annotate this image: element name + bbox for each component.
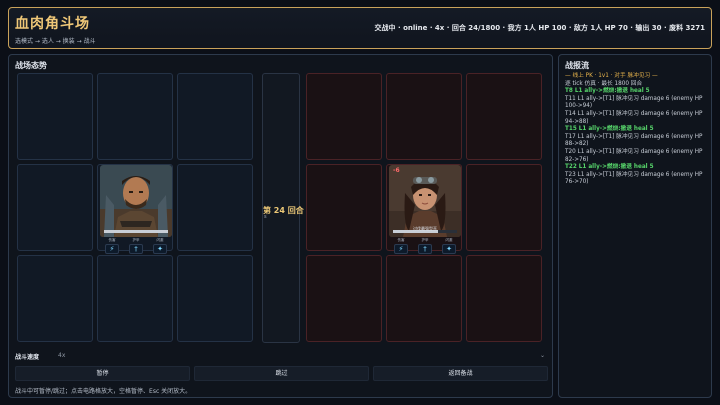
round-label: 第 24 回合 [263, 206, 304, 215]
enemy-cell[interactable] [386, 73, 462, 160]
spark-rune-icon[interactable]: ✦ [153, 244, 167, 254]
ally-grid: 伤害 ⚡ 护甲 † 闪避 ✦ [17, 73, 253, 342]
log-line: T22 L1 ally->燃烧:撤退 heal 5 [565, 164, 654, 171]
enemy-grid: -6 讨伐最强型巫 伤害 ⚡ 护甲 † 闪避 ✦ [306, 73, 542, 342]
enemy-cell[interactable] [306, 164, 382, 251]
enemy-stat: 伤害 ⚡ [391, 238, 411, 254]
log-line: T11 L1 ally->[T1] 脉冲见习 damage 6 (enemy H… [565, 95, 703, 110]
ally-stats: 伤害 ⚡ 护甲 † 闪避 ✦ [102, 238, 170, 254]
enemy-cell[interactable] [306, 255, 382, 342]
chevron-down-icon: ⌄ [539, 352, 545, 359]
battle-status: 交战中 · online · 4x · 回合 24/1800 · 我方 1人 H… [374, 24, 705, 32]
ally-cell-occupied[interactable]: 伤害 ⚡ 护甲 † 闪避 ✦ [97, 164, 173, 254]
round-divider: 第 24 回合 s [262, 73, 304, 343]
log-line: T15 L1 ally->燃烧:撤退 heal 5 [565, 126, 654, 133]
battle-controls: 暂停 跳过 返回备战 [15, 366, 548, 381]
damage-popup: -6 [393, 167, 400, 174]
lightning-rune-icon[interactable]: ⚡ [105, 244, 119, 254]
log-line: T14 L1 ally->[T1] 脉冲见习 damage 6 (enemy H… [565, 110, 703, 125]
ally-hp-bar [104, 230, 168, 233]
pause-button[interactable]: 暂停 [15, 366, 190, 381]
ally-fighter-portrait[interactable] [100, 165, 172, 237]
ally-cell[interactable] [17, 255, 93, 342]
enemy-cell[interactable] [306, 73, 382, 160]
log-line: T17 L1 ally->[T1] 脉冲见习 damage 6 (enemy H… [565, 133, 703, 148]
speed-value: 4x [58, 352, 66, 359]
controls-hint: 战斗中可暂停/跳过；点击电路格放大，空格暂停、Esc 关闭放大。 [15, 388, 192, 395]
ally-cell[interactable] [177, 255, 253, 342]
ally-cell[interactable] [177, 73, 253, 160]
breadcrumb: 选模式 → 选人 → 换装 → 战斗 [15, 38, 96, 45]
top-header: 血肉角斗场 选模式 → 选人 → 换装 → 战斗 交战中 · online · … [8, 7, 712, 49]
ally-cell[interactable] [17, 164, 93, 251]
battle-log-title: 战报流 [565, 61, 589, 70]
spark-rune-icon[interactable]: ✦ [442, 244, 456, 254]
battlefield-panel: 战场态势 伤害 ⚡ 护甲 † 闪避 ✦ 第 24 回合 s -6 讨伐最强型巫 … [8, 54, 553, 398]
ally-stat: 伤害 ⚡ [102, 238, 122, 254]
lightning-rune-icon[interactable]: ⚡ [394, 244, 408, 254]
battle-log-list: — 线上 PK · 1v1 · 对手 脉冲见习 — 逐 tick 仿真 · 最长… [565, 73, 709, 187]
enemy-name: 讨伐最强型巫 [413, 226, 437, 231]
log-line: T20 L1 ally->[T1] 脉冲见习 damage 6 (enemy H… [565, 148, 703, 163]
sword-rune-icon[interactable]: † [129, 244, 143, 254]
sword-rune-icon[interactable]: † [418, 244, 432, 254]
enemy-cell[interactable] [386, 255, 462, 342]
enemy-stat: 闪避 ✦ [439, 238, 459, 254]
enemy-stats: 伤害 ⚡ 护甲 † 闪避 ✦ [391, 238, 459, 254]
enemy-cell[interactable] [466, 73, 542, 160]
game-title: 血肉角斗场 [15, 16, 90, 32]
ally-cell[interactable] [177, 164, 253, 251]
enemy-cell[interactable] [466, 164, 542, 251]
log-line: — 线上 PK · 1v1 · 对手 脉冲见习 — [565, 73, 658, 79]
ally-cell[interactable] [17, 73, 93, 160]
battle-log-panel: 战报流 — 线上 PK · 1v1 · 对手 脉冲见习 — 逐 tick 仿真 … [558, 54, 712, 398]
speed-label: 战斗速度 [15, 354, 40, 361]
ally-stat: 闪避 ✦ [150, 238, 170, 254]
enemy-stat: 护甲 † [415, 238, 435, 254]
enemy-fighter-portrait[interactable]: -6 讨伐最强型巫 [389, 165, 461, 237]
skip-button[interactable]: 跳过 [194, 366, 369, 381]
back-to-prep-button[interactable]: 返回备战 [373, 366, 548, 381]
round-sub-label: s [264, 214, 267, 220]
battlefield-title: 战场态势 [15, 61, 47, 70]
log-line: T23 L1 ally->[T1] 脉冲见习 damage 6 (enemy H… [565, 171, 703, 186]
speed-row: 战斗速度 4x ⌄ [15, 351, 548, 363]
ally-cell[interactable] [97, 73, 173, 160]
enemy-cell-occupied[interactable]: -6 讨伐最强型巫 伤害 ⚡ 护甲 † 闪避 ✦ [386, 164, 462, 254]
enemy-cell[interactable] [466, 255, 542, 342]
ally-cell[interactable] [97, 255, 173, 342]
ally-hp-fill [104, 230, 168, 233]
speed-select[interactable]: 4x ⌄ [53, 351, 548, 361]
log-line: T8 L1 ally->燃烧:撤退 heal 5 [565, 88, 650, 95]
ally-stat: 护甲 † [126, 238, 146, 254]
